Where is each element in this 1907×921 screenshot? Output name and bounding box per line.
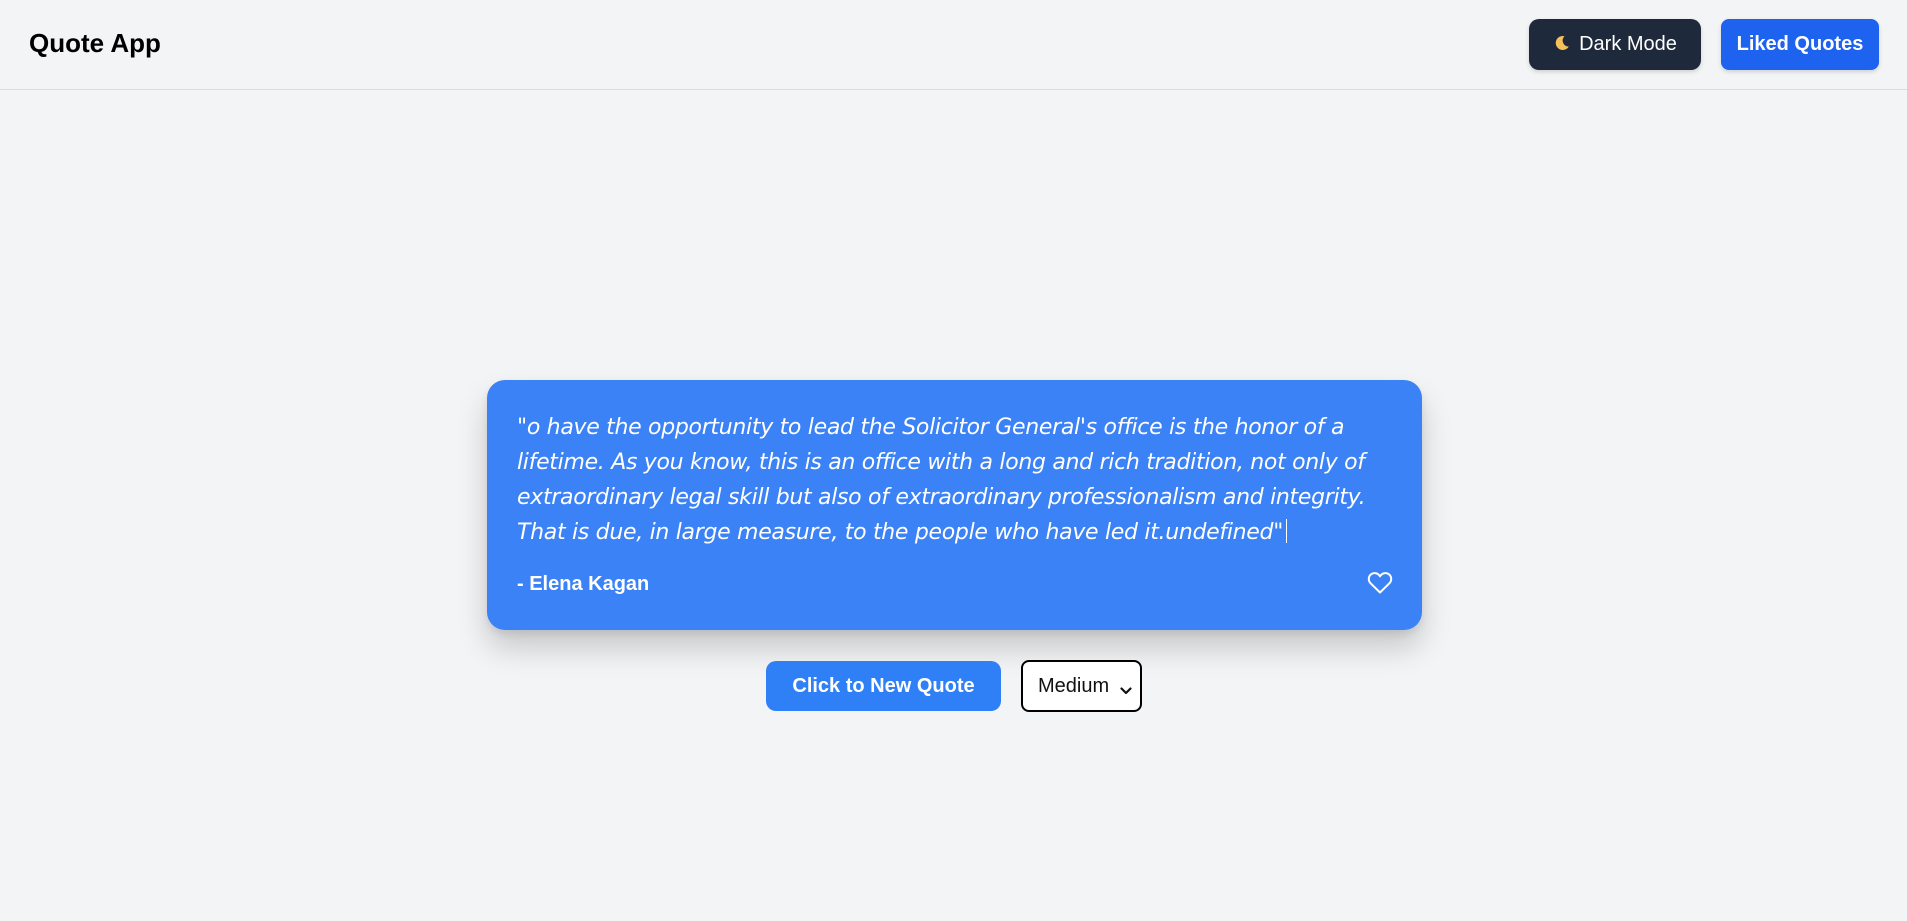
app-root: Quote App Dark Mode Liked Quotes "o have… (0, 0, 1907, 921)
speed-select-value: Medium (1038, 674, 1110, 697)
liked-quotes-button[interactable]: Liked Quotes (1721, 19, 1879, 70)
chevron-down-icon (1120, 679, 1132, 702)
text-cursor (1286, 519, 1288, 543)
heart-outline-icon (1367, 571, 1393, 600)
quote-card: "o have the opportunity to lead the Soli… (487, 380, 1422, 630)
top-header: Quote App Dark Mode Liked Quotes (0, 0, 1907, 90)
dark-mode-button[interactable]: Dark Mode (1529, 19, 1701, 70)
speed-select[interactable]: Medium (1021, 660, 1142, 712)
dark-mode-label: Dark Mode (1579, 33, 1677, 55)
moon-icon (1553, 34, 1571, 56)
quote-author: - Elena Kagan (517, 573, 650, 595)
new-quote-button[interactable]: Click to New Quote (766, 661, 1001, 711)
like-button[interactable] (1365, 571, 1395, 599)
app-title: Quote App (29, 28, 161, 58)
quote-text: "o have the opportunity to lead the Soli… (517, 415, 1366, 545)
quote-text-block: "o have the opportunity to lead the Soli… (517, 410, 1397, 550)
